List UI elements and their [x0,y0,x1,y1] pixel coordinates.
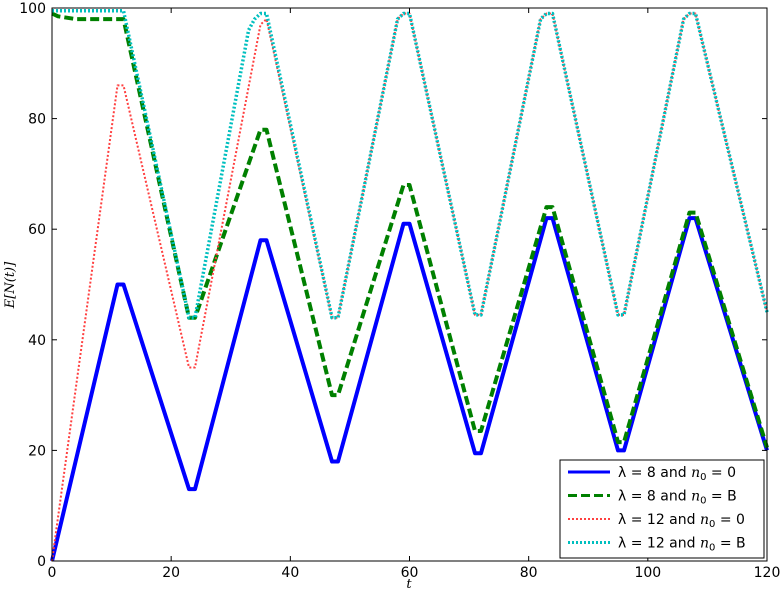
y-tick-label-5: 100 [19,1,46,17]
y-tick-label-3: 60 [28,222,46,238]
x-axis-label: t [406,577,412,592]
legend-label-1: λ = 8 and n0 = 0 [618,465,736,483]
legend-label-2: λ = 8 and n0 = B [618,489,737,507]
x-tick-label-1: 20 [162,565,180,581]
y-tick-label-1: 20 [28,443,46,459]
x-tick-label-5: 100 [634,565,661,581]
legend-label-4: λ = 12 and n0 = B [618,536,746,554]
legend: λ = 8 and n0 = 0 λ = 8 and n0 = B λ = 12 a… [559,459,765,559]
x-tick-label-4: 80 [520,565,538,581]
y-tick-label-0: 0 [37,554,46,570]
x-tick-label-0: 0 [48,565,57,581]
x-tick-label-2: 40 [281,565,299,581]
legend-label-3: λ = 12 and n0 = 0 [618,512,745,530]
chart: 0 20 40 60 80 100 120020406080100 t E[N(t)] λ … [3,1,781,592]
x-tick-label-6: 120 [754,565,781,581]
y-tick-label-2: 40 [28,333,46,349]
y-tick-label-4: 80 [28,112,46,128]
y-axis-label: E[N(t)] [3,261,18,309]
